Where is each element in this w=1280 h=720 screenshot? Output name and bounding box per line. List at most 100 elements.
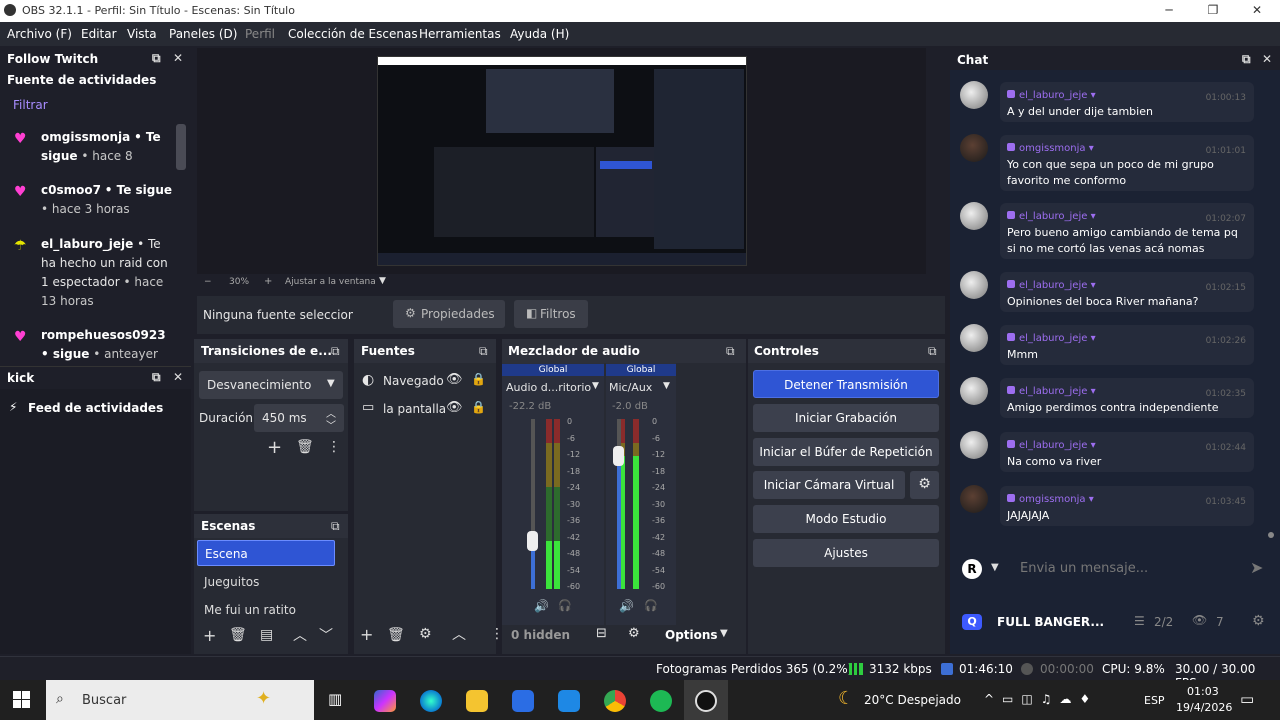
language-indicator[interactable]: ESP <box>1144 694 1165 707</box>
layout-icon[interactable]: ⊟ <box>596 626 607 641</box>
trash-icon[interactable]: 🗑 <box>387 627 405 643</box>
menu-ayuda[interactable]: Ayuda (H) <box>510 27 569 41</box>
fit-window-label[interactable]: Ajustar a la ventana <box>285 277 376 287</box>
zoom-out-icon[interactable]: − <box>204 277 212 287</box>
scene-item[interactable]: Me fui un ratito <box>197 597 335 623</box>
studio-mode-button[interactable]: Modo Estudio <box>753 505 939 533</box>
menu-vista[interactable]: Vista <box>127 27 157 41</box>
properties-button[interactable]: ⚙ Propiedades <box>393 300 505 328</box>
maximize-icon[interactable]: ❐ <box>1190 0 1236 22</box>
task-view-icon[interactable]: ▥ <box>328 690 342 708</box>
menu-archivo[interactable]: Archivo (F) <box>7 27 72 41</box>
headphones-icon[interactable]: 🎧 <box>558 599 572 612</box>
undock-icon[interactable]: ⧉ <box>1242 52 1251 67</box>
chat-avatar[interactable] <box>960 81 988 109</box>
transition-select[interactable]: Desvanecimiento ▼ <box>199 371 343 399</box>
menu-herramientas[interactable]: Herramientas <box>419 27 501 41</box>
virtual-camera-button[interactable]: Iniciar Cámara Virtual <box>753 471 905 499</box>
chat-avatar[interactable] <box>960 431 988 459</box>
channel-dropdown-icon[interactable]: ▼ <box>663 381 670 391</box>
source-item[interactable]: ◐ Navegado 👁 🔒 <box>354 369 496 393</box>
undock-icon[interactable]: ⧉ <box>331 519 340 534</box>
weather-text[interactable]: 20°C Despejado <box>864 693 961 707</box>
chat-message-input[interactable]: Envia un mensaje... <box>1014 554 1234 584</box>
undock-icon[interactable]: ⧉ <box>152 51 161 66</box>
preview-area[interactable]: − 30% + Ajustar a la ventana ▼ <box>197 48 927 287</box>
scrollbar[interactable] <box>176 124 186 170</box>
gear-icon[interactable]: ⚙ <box>419 626 432 642</box>
chevron-down-icon[interactable]: ﹀ <box>326 417 336 432</box>
add-scene-icon[interactable]: + <box>203 626 216 645</box>
replay-buffer-button[interactable]: Iniciar el Búfer de Repetición <box>753 438 939 466</box>
start-recording-button[interactable]: Iniciar Grabación <box>753 404 939 432</box>
undock-icon[interactable]: ⧉ <box>928 344 937 359</box>
close-dock-icon[interactable]: ✕ <box>1262 52 1272 66</box>
scene-item[interactable]: Escena <box>197 540 335 566</box>
obs-taskbar-button[interactable] <box>684 680 728 720</box>
edge-icon[interactable] <box>420 690 442 712</box>
chat-avatar[interactable] <box>960 271 988 299</box>
eye-icon[interactable]: 👁 <box>446 400 463 415</box>
speaker-icon[interactable]: 🔊 <box>534 599 549 613</box>
options-button[interactable]: Options <box>665 628 718 642</box>
trash-icon[interactable]: 🗑 <box>296 439 314 455</box>
chat-avatar[interactable] <box>960 377 988 405</box>
spotify-icon[interactable] <box>650 690 672 712</box>
copilot-icon[interactable] <box>374 690 396 712</box>
avatar[interactable]: R <box>962 559 982 579</box>
eye-icon[interactable]: 👁 <box>446 372 463 387</box>
hidden-count[interactable]: 0 hidden <box>511 628 570 642</box>
menu-perfil[interactable]: Perfil <box>245 27 275 41</box>
duration-stepper[interactable]: 450 ms ︿ ﹀ <box>254 404 344 432</box>
send-icon[interactable]: ➤ <box>1250 558 1263 577</box>
close-dock-icon[interactable]: ✕ <box>173 370 183 384</box>
headphones-icon[interactable]: 🎧 <box>644 599 658 612</box>
menu-paneles[interactable]: Paneles (D) <box>169 27 237 41</box>
taskbar-search[interactable]: ⌕ Buscar ✦ <box>46 680 314 720</box>
settings-button[interactable]: Ajustes <box>753 539 939 567</box>
move-up-icon[interactable]: ︿ <box>452 624 466 644</box>
lock-icon[interactable]: 🔒 <box>471 400 486 414</box>
undock-icon[interactable]: ⧉ <box>152 370 161 385</box>
filters-button[interactable]: ◧ Filtros <box>514 300 588 328</box>
move-down-icon[interactable]: ﹀ <box>319 625 333 645</box>
banner-text[interactable]: FULL BANGER... <box>997 615 1104 629</box>
minimize-icon[interactable]: ─ <box>1146 0 1192 22</box>
add-transition-icon[interactable]: + <box>267 437 282 458</box>
chat-avatar[interactable] <box>960 202 988 230</box>
undock-icon[interactable]: ⧉ <box>331 344 340 359</box>
more-icon[interactable]: ⋮ <box>327 439 341 455</box>
file-explorer-icon[interactable] <box>466 690 488 712</box>
undock-icon[interactable]: ⧉ <box>726 344 735 359</box>
close-dock-icon[interactable]: ✕ <box>173 51 183 65</box>
lock-icon[interactable]: 🔒 <box>471 372 486 386</box>
source-item[interactable]: ▭ la pantalla 👁 🔒 <box>354 397 496 421</box>
chrome-icon[interactable] <box>604 690 626 712</box>
virtual-camera-settings-icon[interactable]: ⚙ <box>910 471 939 499</box>
scene-filter-icon[interactable]: ▤ <box>260 627 273 643</box>
clock-time[interactable]: 01:03 <box>1187 685 1219 698</box>
stop-streaming-button[interactable]: Detener Transmisión <box>753 370 939 398</box>
zoom-in-icon[interactable]: + <box>264 276 272 287</box>
menu-editar[interactable]: Editar <box>81 27 117 41</box>
store-icon[interactable] <box>512 690 534 712</box>
scrollbar[interactable] <box>1268 532 1274 538</box>
menu-coleccion[interactable]: Colección de Escenas <box>288 27 418 41</box>
close-icon[interactable]: ✕ <box>1234 0 1280 22</box>
tray-icons[interactable]: ^▭◫♫☁♦ <box>984 692 1098 706</box>
mail-icon[interactable] <box>558 690 580 712</box>
add-source-icon[interactable]: + <box>360 625 373 644</box>
filter-link[interactable]: Filtrar <box>13 98 48 112</box>
undock-icon[interactable]: ⧉ <box>479 344 488 359</box>
channel-dropdown-icon[interactable]: ▼ <box>592 381 599 391</box>
mixer-settings-icon[interactable]: ⚙ <box>628 626 640 641</box>
chevron-down-icon[interactable]: ▼ <box>991 562 999 573</box>
chat-avatar[interactable] <box>960 324 988 352</box>
speaker-icon[interactable]: 🔊 <box>619 599 634 613</box>
chevron-down-icon[interactable]: ▼ <box>720 628 728 639</box>
fit-dropdown-icon[interactable]: ▼ <box>379 276 386 286</box>
move-up-icon[interactable]: ︿ <box>293 625 307 645</box>
clock-date[interactable]: 19/4/2026 <box>1176 701 1232 714</box>
notifications-icon[interactable]: ▭ <box>1240 690 1254 708</box>
chat-avatar[interactable] <box>960 134 988 162</box>
